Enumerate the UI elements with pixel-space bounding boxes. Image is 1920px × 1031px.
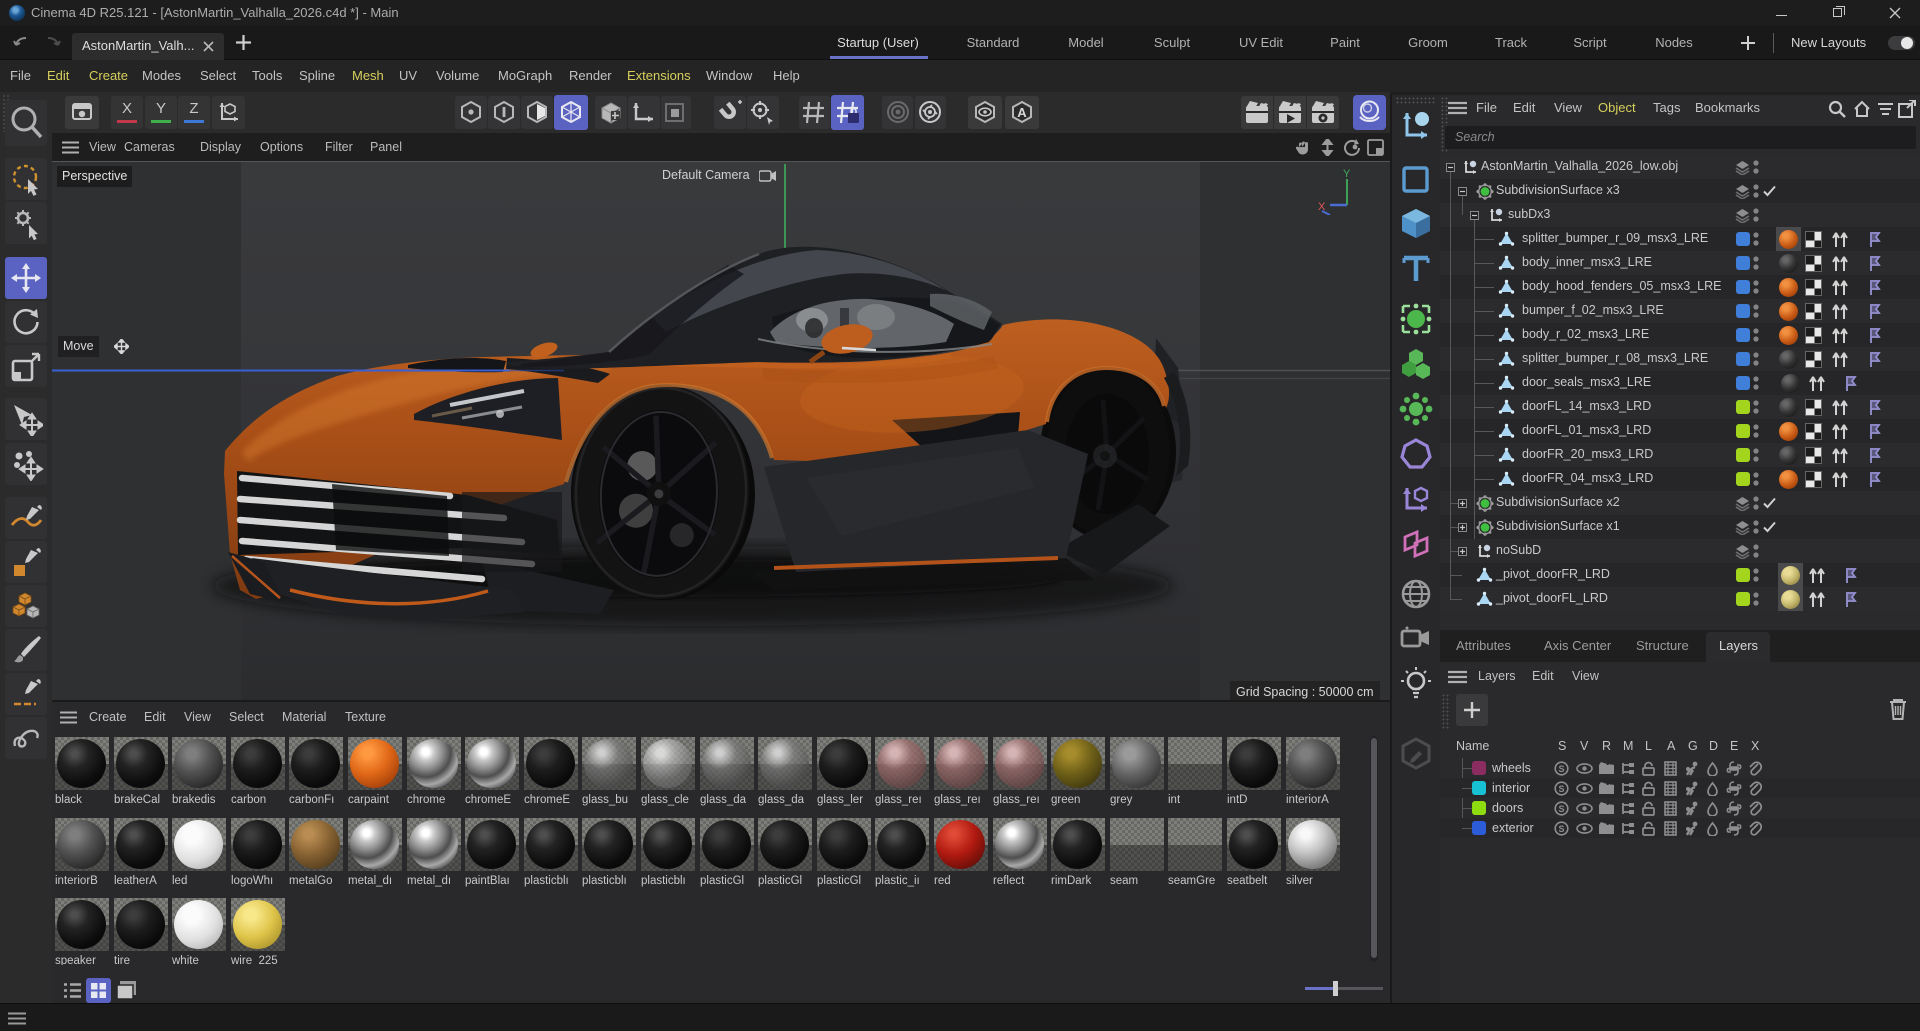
svg-text:S: S (1558, 784, 1564, 794)
svg-text:S: S (1558, 824, 1564, 834)
svg-text:A: A (1017, 105, 1027, 120)
svg-text:S: S (1558, 764, 1564, 774)
svg-text:Y: Y (1343, 168, 1351, 180)
svg-text:S: S (1558, 804, 1564, 814)
